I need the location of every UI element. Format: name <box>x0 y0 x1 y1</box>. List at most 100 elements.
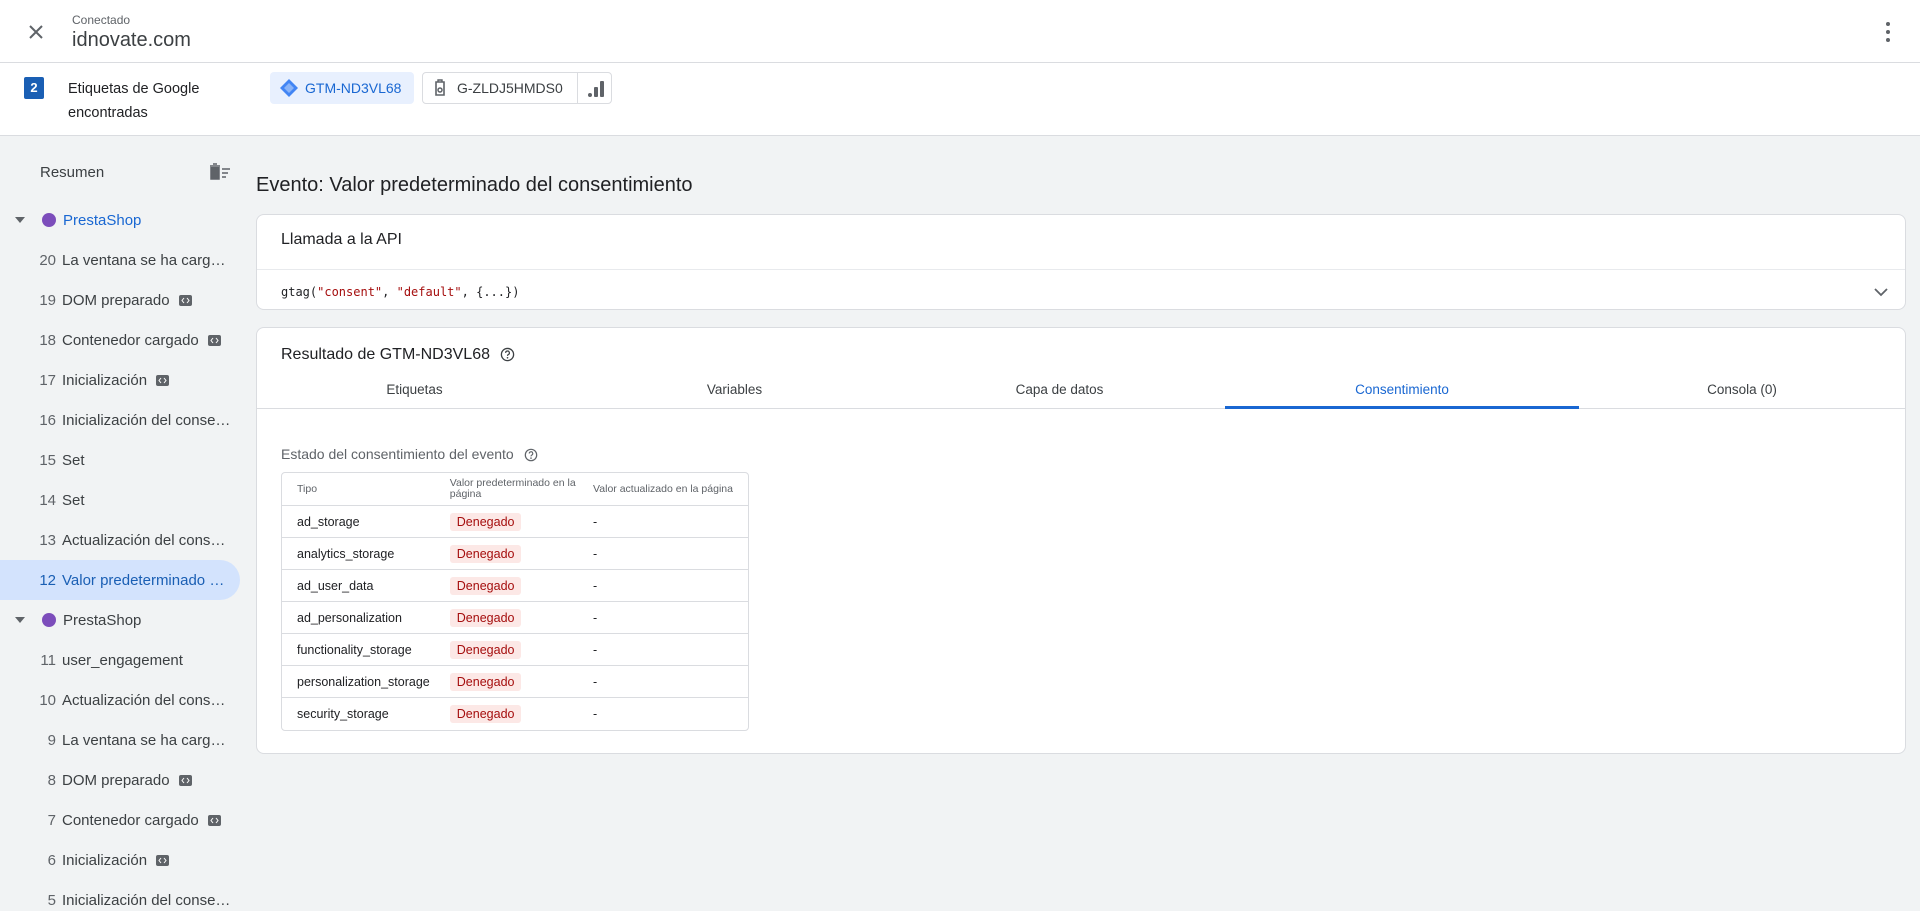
group-dot <box>42 213 56 227</box>
table-row: ad_user_data Denegado - <box>282 570 748 602</box>
status-badge: Denegado <box>449 576 522 595</box>
sidebar-item-event-14[interactable]: 14 Set <box>0 480 240 520</box>
sidebar-group-prestashop-1[interactable]: PrestaShop <box>0 200 240 240</box>
card-divider <box>257 269 1905 270</box>
status-badge: Denegado <box>449 705 522 723</box>
close-button[interactable] <box>24 20 48 44</box>
event-number: 12 <box>39 571 56 589</box>
tag-chip-ga[interactable]: G-ZLDJ5HMDS0 <box>422 72 612 104</box>
event-number: 8 <box>47 771 56 789</box>
caret-down-icon <box>15 217 25 223</box>
event-label: La ventana se ha cargado <box>62 731 232 749</box>
table-row: ad_personalization Denegado - <box>282 602 748 634</box>
api-call-code: gtag("consent", "default", {...}) <box>281 285 519 299</box>
sidebar-group-prestashop-2[interactable]: PrestaShop <box>0 600 240 640</box>
sidebar-item-event-13[interactable]: 13 Actualización del consentimiento <box>0 520 240 560</box>
tab-consola[interactable]: Consola (0) <box>1579 382 1905 409</box>
help-icon[interactable] <box>500 347 515 362</box>
sidebar-item-event-10[interactable]: 10 Actualización del consentimiento <box>0 680 240 720</box>
updated-value: - <box>593 538 748 570</box>
event-label: Contenedor cargado <box>62 331 199 349</box>
code-sep: , <box>382 285 397 299</box>
event-number: 20 <box>39 251 56 269</box>
code-fn: gtag( <box>281 285 318 299</box>
updated-value: - <box>593 602 748 634</box>
event-number: 6 <box>47 851 56 869</box>
consent-state-title: Estado del consentimiento del evento <box>281 446 538 462</box>
more-options-button[interactable] <box>1878 18 1898 46</box>
column-header-type: Tipo <box>282 473 450 506</box>
event-number: 10 <box>39 691 56 709</box>
sidebar-group-label: PrestaShop <box>63 211 142 229</box>
tag-chip-ga-label: G-ZLDJ5HMDS0 <box>457 80 563 96</box>
sidebar-item-event-19[interactable]: 19 DOM preparado <box>0 280 240 320</box>
event-label: La ventana se ha cargado <box>62 251 232 269</box>
tags-bar: 2 Etiquetas de Google encontradas GTM-ND… <box>0 63 1920 136</box>
consent-type: personalization_storage <box>282 666 450 698</box>
table-row: functionality_storage Denegado - <box>282 634 748 666</box>
tab-capa-de-datos[interactable]: Capa de datos <box>897 382 1222 409</box>
tag-chip-gtm-label: GTM-ND3VL68 <box>305 80 402 96</box>
sidebar-item-event-7[interactable]: 7 Contenedor cargado <box>0 800 240 840</box>
chip-separator <box>577 73 578 103</box>
updated-value: - <box>593 666 748 698</box>
sidebar-item-event-12[interactable]: 12 Valor predeterminado del consentimient… <box>0 560 240 600</box>
result-title-text: Resultado de GTM-ND3VL68 <box>281 346 490 363</box>
sidebar-item-event-6[interactable]: 6 Inicialización <box>0 840 240 880</box>
tab-consentimiento[interactable]: Consentimiento <box>1225 382 1579 409</box>
code-icon <box>178 774 192 786</box>
table-row: ad_storage Denegado - <box>282 506 748 538</box>
tab-variables[interactable]: Variables <box>572 382 897 409</box>
sidebar-item-event-16[interactable]: 16 Inicialización del consentimiento <box>0 400 240 440</box>
caret-down-icon <box>15 617 25 623</box>
result-card: Resultado de GTM-ND3VL68 Etiquetas Varia… <box>256 327 1906 754</box>
consent-state-title-text: Estado del consentimiento del evento <box>281 446 514 462</box>
clear-messages-button[interactable] <box>208 162 232 182</box>
code-icon <box>156 374 170 386</box>
event-title: Evento: Valor predeterminado del consent… <box>256 174 693 196</box>
event-number: 5 <box>47 891 56 909</box>
column-header-updated: Valor actualizado en la página <box>593 473 748 506</box>
event-sidebar: Resumen PrestaShop 20 La ventana se ha ca… <box>0 136 244 911</box>
tab-etiquetas[interactable]: Etiquetas <box>257 382 572 409</box>
column-header-default: Valor predeterminado en la página <box>449 473 594 506</box>
event-label: Contenedor cargado <box>62 811 199 829</box>
close-icon <box>29 25 43 39</box>
event-label: Inicialización <box>62 851 148 869</box>
sidebar-item-event-11[interactable]: 11 user_engagement <box>0 640 240 680</box>
consent-type: analytics_storage <box>282 538 450 570</box>
event-label: Actualización del consentimiento <box>62 691 232 709</box>
sidebar-item-event-8[interactable]: 8 DOM preparado <box>0 760 240 800</box>
help-icon[interactable] <box>524 448 538 462</box>
event-label: Actualización del consentimiento <box>62 531 232 549</box>
analytics-bars-icon <box>588 81 604 97</box>
sidebar-item-event-20[interactable]: 20 La ventana se ha cargado <box>0 240 240 280</box>
table-row: analytics_storage Denegado - <box>282 538 748 570</box>
consent-type: ad_personalization <box>282 602 450 634</box>
more-vert-icon <box>1886 22 1890 42</box>
event-number: 19 <box>39 291 56 309</box>
sidebar-item-event-9[interactable]: 9 La ventana se ha cargado <box>0 720 240 760</box>
table-header-row: Tipo Valor predeterminado en la página V… <box>282 473 748 506</box>
event-number: 17 <box>39 371 56 389</box>
summary-link[interactable]: Resumen <box>40 164 104 181</box>
consent-type: ad_user_data <box>282 570 450 602</box>
code-icon <box>178 294 192 306</box>
status-badge: Denegado <box>449 512 522 531</box>
expand-button[interactable] <box>1869 281 1893 303</box>
consent-type: security_storage <box>297 707 389 721</box>
sidebar-item-event-17[interactable]: 17 Inicialización <box>0 360 240 400</box>
event-number: 7 <box>47 811 56 829</box>
status-badge: Denegado <box>449 544 522 563</box>
code-icon <box>207 334 221 346</box>
sidebar-item-event-15[interactable]: 15 Set <box>0 440 240 480</box>
sidebar-item-event-5[interactable]: 5 Inicialización del consentimiento <box>0 880 240 911</box>
result-tabs: Etiquetas Variables Capa de datos Consen… <box>257 382 1905 409</box>
tag-chip-gtm[interactable]: GTM-ND3VL68 <box>270 72 414 104</box>
code-arg: "consent" <box>317 285 383 299</box>
sidebar-group-label: PrestaShop <box>63 611 142 629</box>
event-label: Valor predeterminado del consentimiento <box>62 571 232 589</box>
event-number: 16 <box>39 411 56 429</box>
code-icon <box>207 814 221 826</box>
sidebar-item-event-18[interactable]: 18 Contenedor cargado <box>0 320 240 360</box>
